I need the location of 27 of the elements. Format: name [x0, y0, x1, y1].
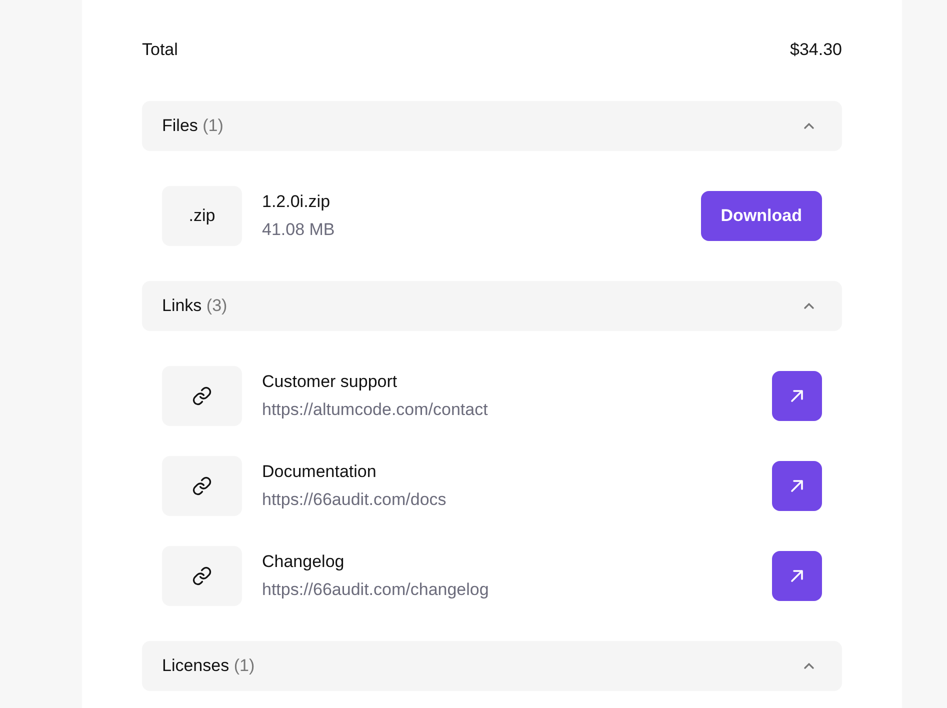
total-value: $34.30 [790, 40, 842, 60]
link-url: https://66audit.com/changelog [262, 580, 490, 600]
chevron-icon [804, 663, 814, 669]
link-url: https://altumcode.com/contact [262, 400, 489, 420]
licenses-section-header[interactable]: Licenses (1) [142, 641, 842, 691]
link-title: Customer support [262, 372, 398, 392]
open-link-button[interactable] [772, 371, 822, 421]
arrow-up-right-icon [788, 477, 806, 495]
link-icon [192, 386, 212, 406]
total-label: Total [142, 40, 178, 60]
link-icon [192, 476, 212, 496]
chevron-icon [804, 123, 814, 129]
file-name: 1.2.0i.zip [262, 192, 332, 212]
arrow-up-right-icon [788, 387, 806, 405]
files-section-header[interactable]: Files (1) [142, 101, 842, 151]
link-title: Documentation [262, 462, 378, 482]
file-type-tile: .zip [162, 186, 242, 246]
link-url: https://66audit.com/docs [262, 490, 448, 510]
links-section-header[interactable]: Links (3) [142, 281, 842, 331]
download-button[interactable]: Download [700, 191, 822, 241]
link-icon [192, 566, 212, 586]
chevron-icon [804, 303, 814, 309]
arrow-up-right-icon [788, 567, 806, 585]
link-title: Changelog [262, 552, 346, 572]
open-link-button[interactable] [772, 461, 822, 511]
file-size: 41.08 MB [262, 220, 336, 240]
open-link-button[interactable] [772, 551, 822, 601]
